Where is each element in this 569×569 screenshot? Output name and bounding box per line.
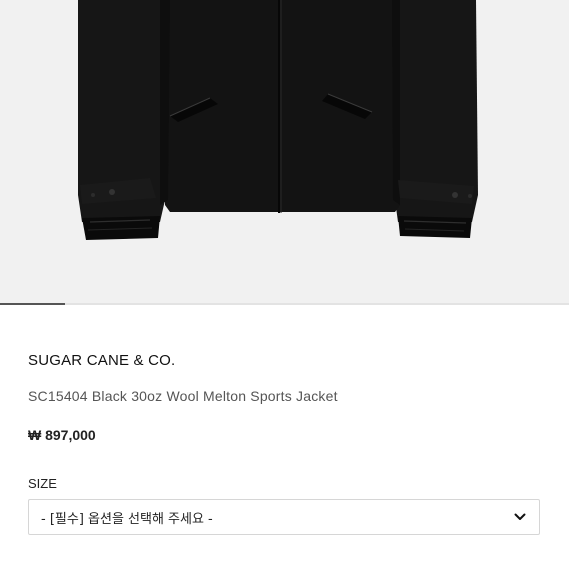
product-image[interactable]	[0, 0, 569, 303]
size-select[interactable]: - [필수] 옵션을 선택해 주세요 -	[28, 499, 540, 535]
size-select-value: - [필수] 옵션을 선택해 주세요 -	[41, 511, 213, 527]
chevron-down-icon	[514, 513, 526, 520]
product-price: ₩ 897,000	[28, 427, 96, 443]
gallery-progress-bar	[0, 303, 569, 305]
product-title: SC15404 Black 30oz Wool Melton Sports Ja…	[28, 388, 338, 404]
right-cuff-button	[452, 192, 458, 198]
brand-name[interactable]: SUGAR CANE & CO.	[28, 352, 175, 369]
right-leather-cuff	[398, 216, 472, 238]
left-cuff-button	[109, 189, 115, 195]
jacket-illustration	[78, 0, 478, 240]
gallery-progress-fill	[0, 303, 66, 305]
size-label: SIZE	[28, 476, 57, 491]
